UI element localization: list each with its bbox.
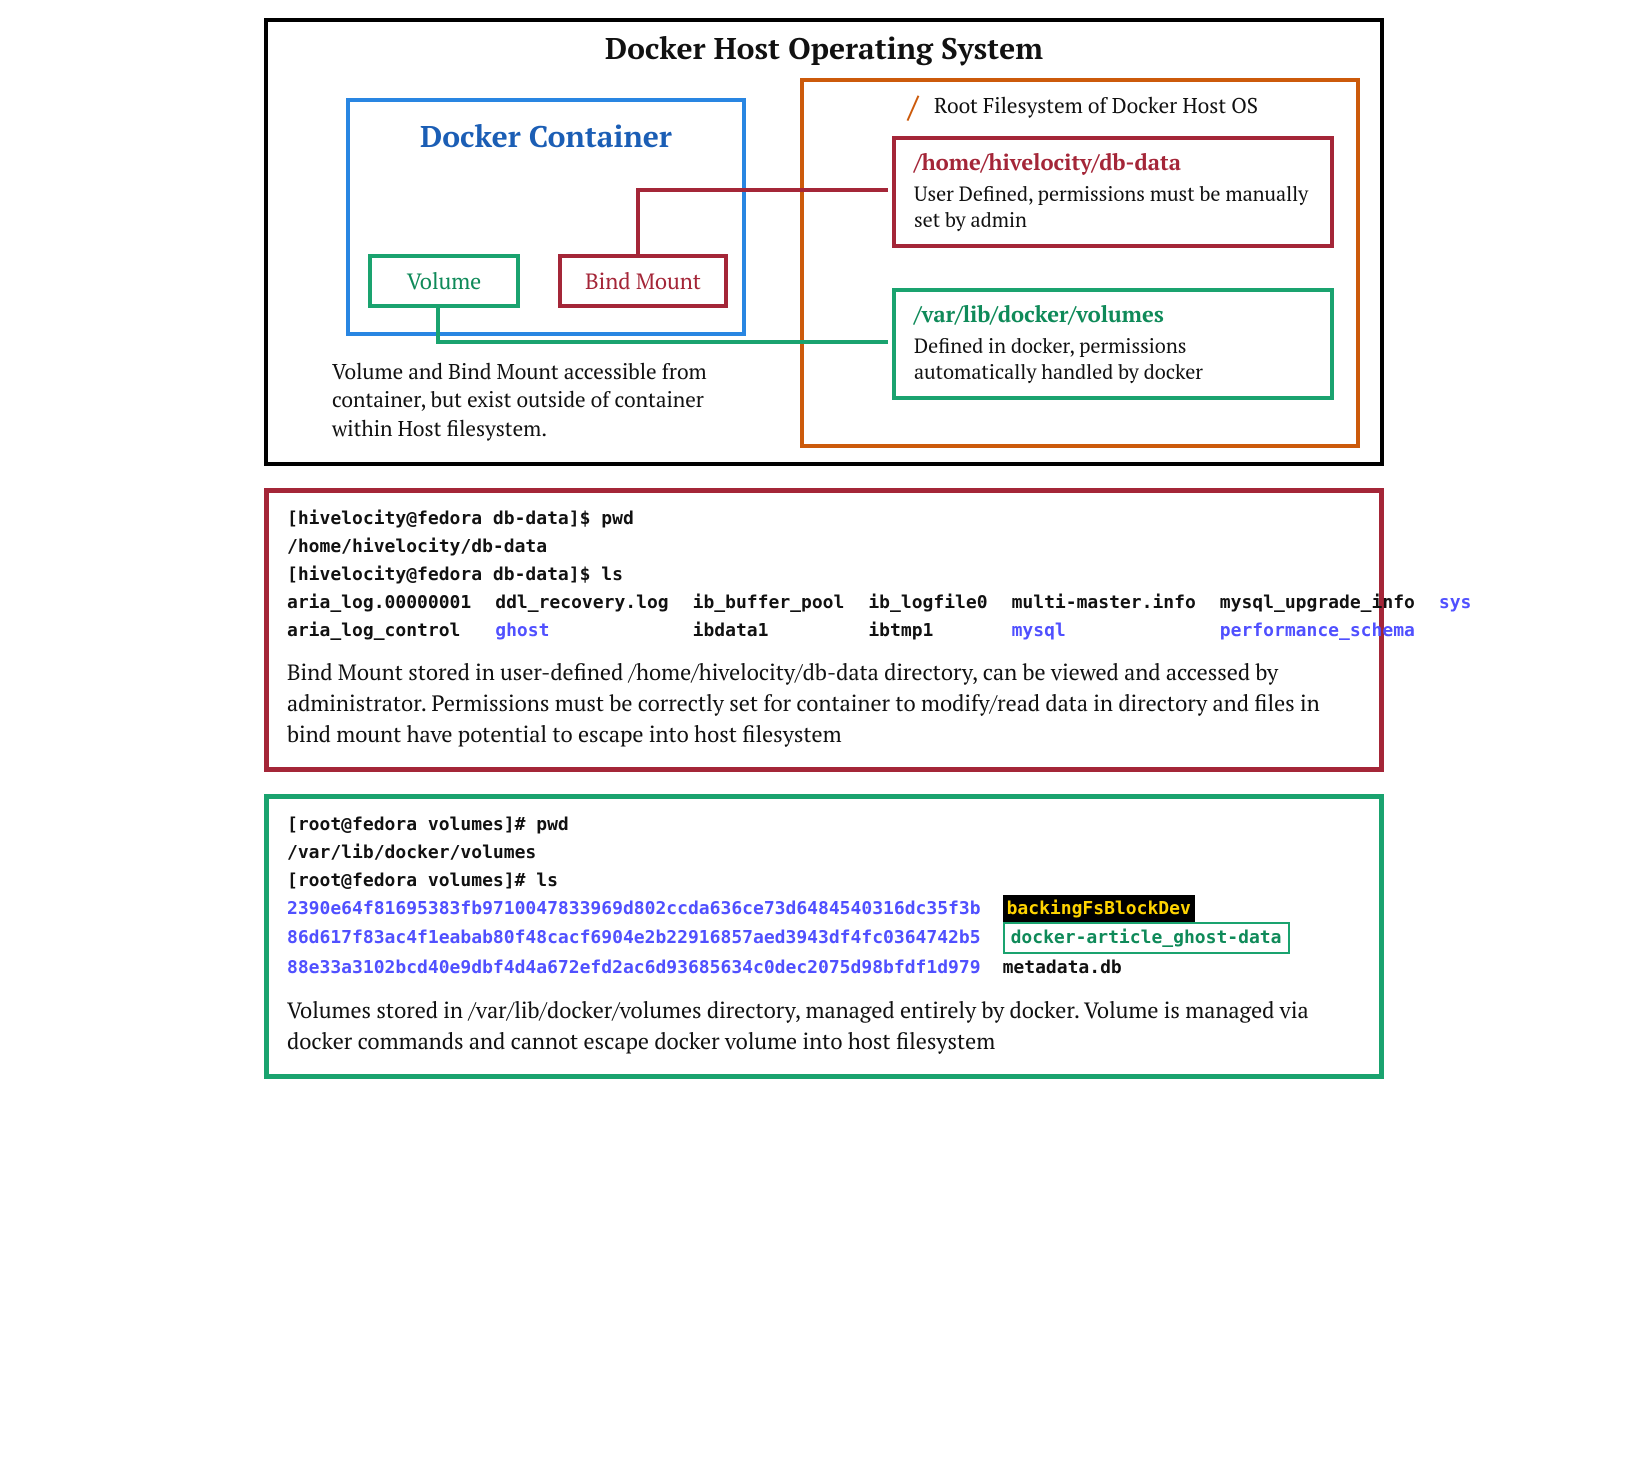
volume-label: Volume (407, 267, 482, 296)
term-output: /var/lib/docker/volumes (287, 839, 1361, 867)
term-cmd: ls (536, 870, 558, 891)
volume-panel: [root@fedora volumes]# pwd /var/lib/dock… (264, 794, 1384, 1079)
host-title: Docker Host Operating System (268, 28, 1380, 68)
container-note: Volume and Bind Mount accessible from co… (332, 358, 762, 443)
bindmount-label-box: Bind Mount (558, 254, 728, 308)
ls-column: ddl_recovery.log ghost (495, 589, 668, 645)
container-title: Docker Container (350, 116, 742, 156)
ls-entry: ghost (495, 620, 549, 641)
ls-entry: multi-master.info (1012, 592, 1196, 613)
rootfs-box: / Root Filesystem of Docker Host OS /hom… (800, 78, 1360, 448)
ls-column: multi-master.info mysql (1012, 589, 1196, 645)
backing-fs-block-dev: backingFsBlockDev (1003, 895, 1195, 923)
ls-entry: ib_buffer_pool (693, 592, 845, 613)
term-prompt: [hivelocity@fedora db-data]$ (287, 564, 601, 585)
term-prompt: [root@fedora volumes]# (287, 814, 536, 835)
term-cmd: pwd (601, 508, 634, 529)
ls-column: ib_buffer_pool ibdata1 (693, 589, 845, 645)
ls-entry: aria_log.00000001 (287, 592, 471, 613)
volume-terminal: [root@fedora volumes]# pwd /var/lib/dock… (287, 811, 1361, 982)
ls-column: sys (1439, 589, 1472, 645)
ls-column: aria_log.00000001 aria_log_control (287, 589, 471, 645)
bind-mount-panel: [hivelocity@fedora db-data]$ pwd /home/h… (264, 488, 1384, 772)
bind-terminal: [hivelocity@fedora db-data]$ pwd /home/h… (287, 505, 1361, 644)
ls-entry: ibtmp1 (868, 620, 933, 641)
volume-hash: 88e33a3102bcd40e9dbf4d4a672efd2ac6d93685… (287, 954, 981, 982)
bind-target-desc: User Defined, permissions must be manual… (914, 181, 1312, 233)
term-cmd: ls (601, 564, 623, 585)
ls-row: 86d617f83ac4f1eabab80f48cacf6904e2b22916… (287, 922, 1361, 954)
bind-target-path: /home/hivelocity/db-data (914, 148, 1312, 177)
volume-label-box: Volume (368, 254, 520, 308)
ls-entry: ibdata1 (693, 620, 769, 641)
ls-row: 88e33a3102bcd40e9dbf4d4a672efd2ac6d93685… (287, 954, 1361, 982)
bind-target-box: /home/hivelocity/db-data User Defined, p… (892, 136, 1334, 248)
bind-panel-desc: Bind Mount stored in user-defined /home/… (287, 658, 1361, 750)
ls-entry: ddl_recovery.log (495, 592, 668, 613)
rootfs-label: Root Filesystem of Docker Host OS (934, 92, 1258, 120)
term-cmd: pwd (536, 814, 569, 835)
vol-target-desc: Defined in docker, permissions automatic… (914, 333, 1312, 385)
ls-entry: sys (1439, 592, 1472, 613)
ls-entry: mysql (1012, 620, 1066, 641)
volume-panel-desc: Volumes stored in /var/lib/docker/volume… (287, 996, 1361, 1058)
rootfs-slash-icon: / (908, 86, 918, 126)
ls-entry: mysql_upgrade_info (1220, 592, 1415, 613)
docker-container-box: Docker Container Volume Bind Mount (346, 98, 746, 336)
ls-entry: aria_log_control (287, 620, 460, 641)
docker-host-box: Docker Host Operating System Docker Cont… (264, 18, 1384, 466)
named-volume-entry: docker-article_ghost-data (1003, 922, 1290, 954)
vol-target-path: /var/lib/docker/volumes (914, 300, 1312, 329)
term-prompt: [hivelocity@fedora db-data]$ (287, 508, 601, 529)
metadata-db: metadata.db (1003, 954, 1122, 982)
term-prompt: [root@fedora volumes]# (287, 870, 536, 891)
ls-entry: ib_logfile0 (868, 592, 987, 613)
ls-column: ib_logfile0 ibtmp1 (868, 589, 987, 645)
term-output: /home/hivelocity/db-data (287, 533, 1361, 561)
ls-row: 2390e64f81695383fb9710047833969d802ccda6… (287, 895, 1361, 923)
vol-target-box: /var/lib/docker/volumes Defined in docke… (892, 288, 1334, 400)
ls-entry: performance_schema (1220, 620, 1415, 641)
term-ls-output: aria_log.00000001 aria_log_control ddl_re… (287, 589, 1361, 645)
volume-hash: 2390e64f81695383fb9710047833969d802ccda6… (287, 895, 981, 923)
bindmount-label: Bind Mount (585, 267, 701, 296)
term-ls-output: 2390e64f81695383fb9710047833969d802ccda6… (287, 895, 1361, 983)
volume-hash: 86d617f83ac4f1eabab80f48cacf6904e2b22916… (287, 924, 981, 952)
ls-column: mysql_upgrade_info performance_schema (1220, 589, 1415, 645)
